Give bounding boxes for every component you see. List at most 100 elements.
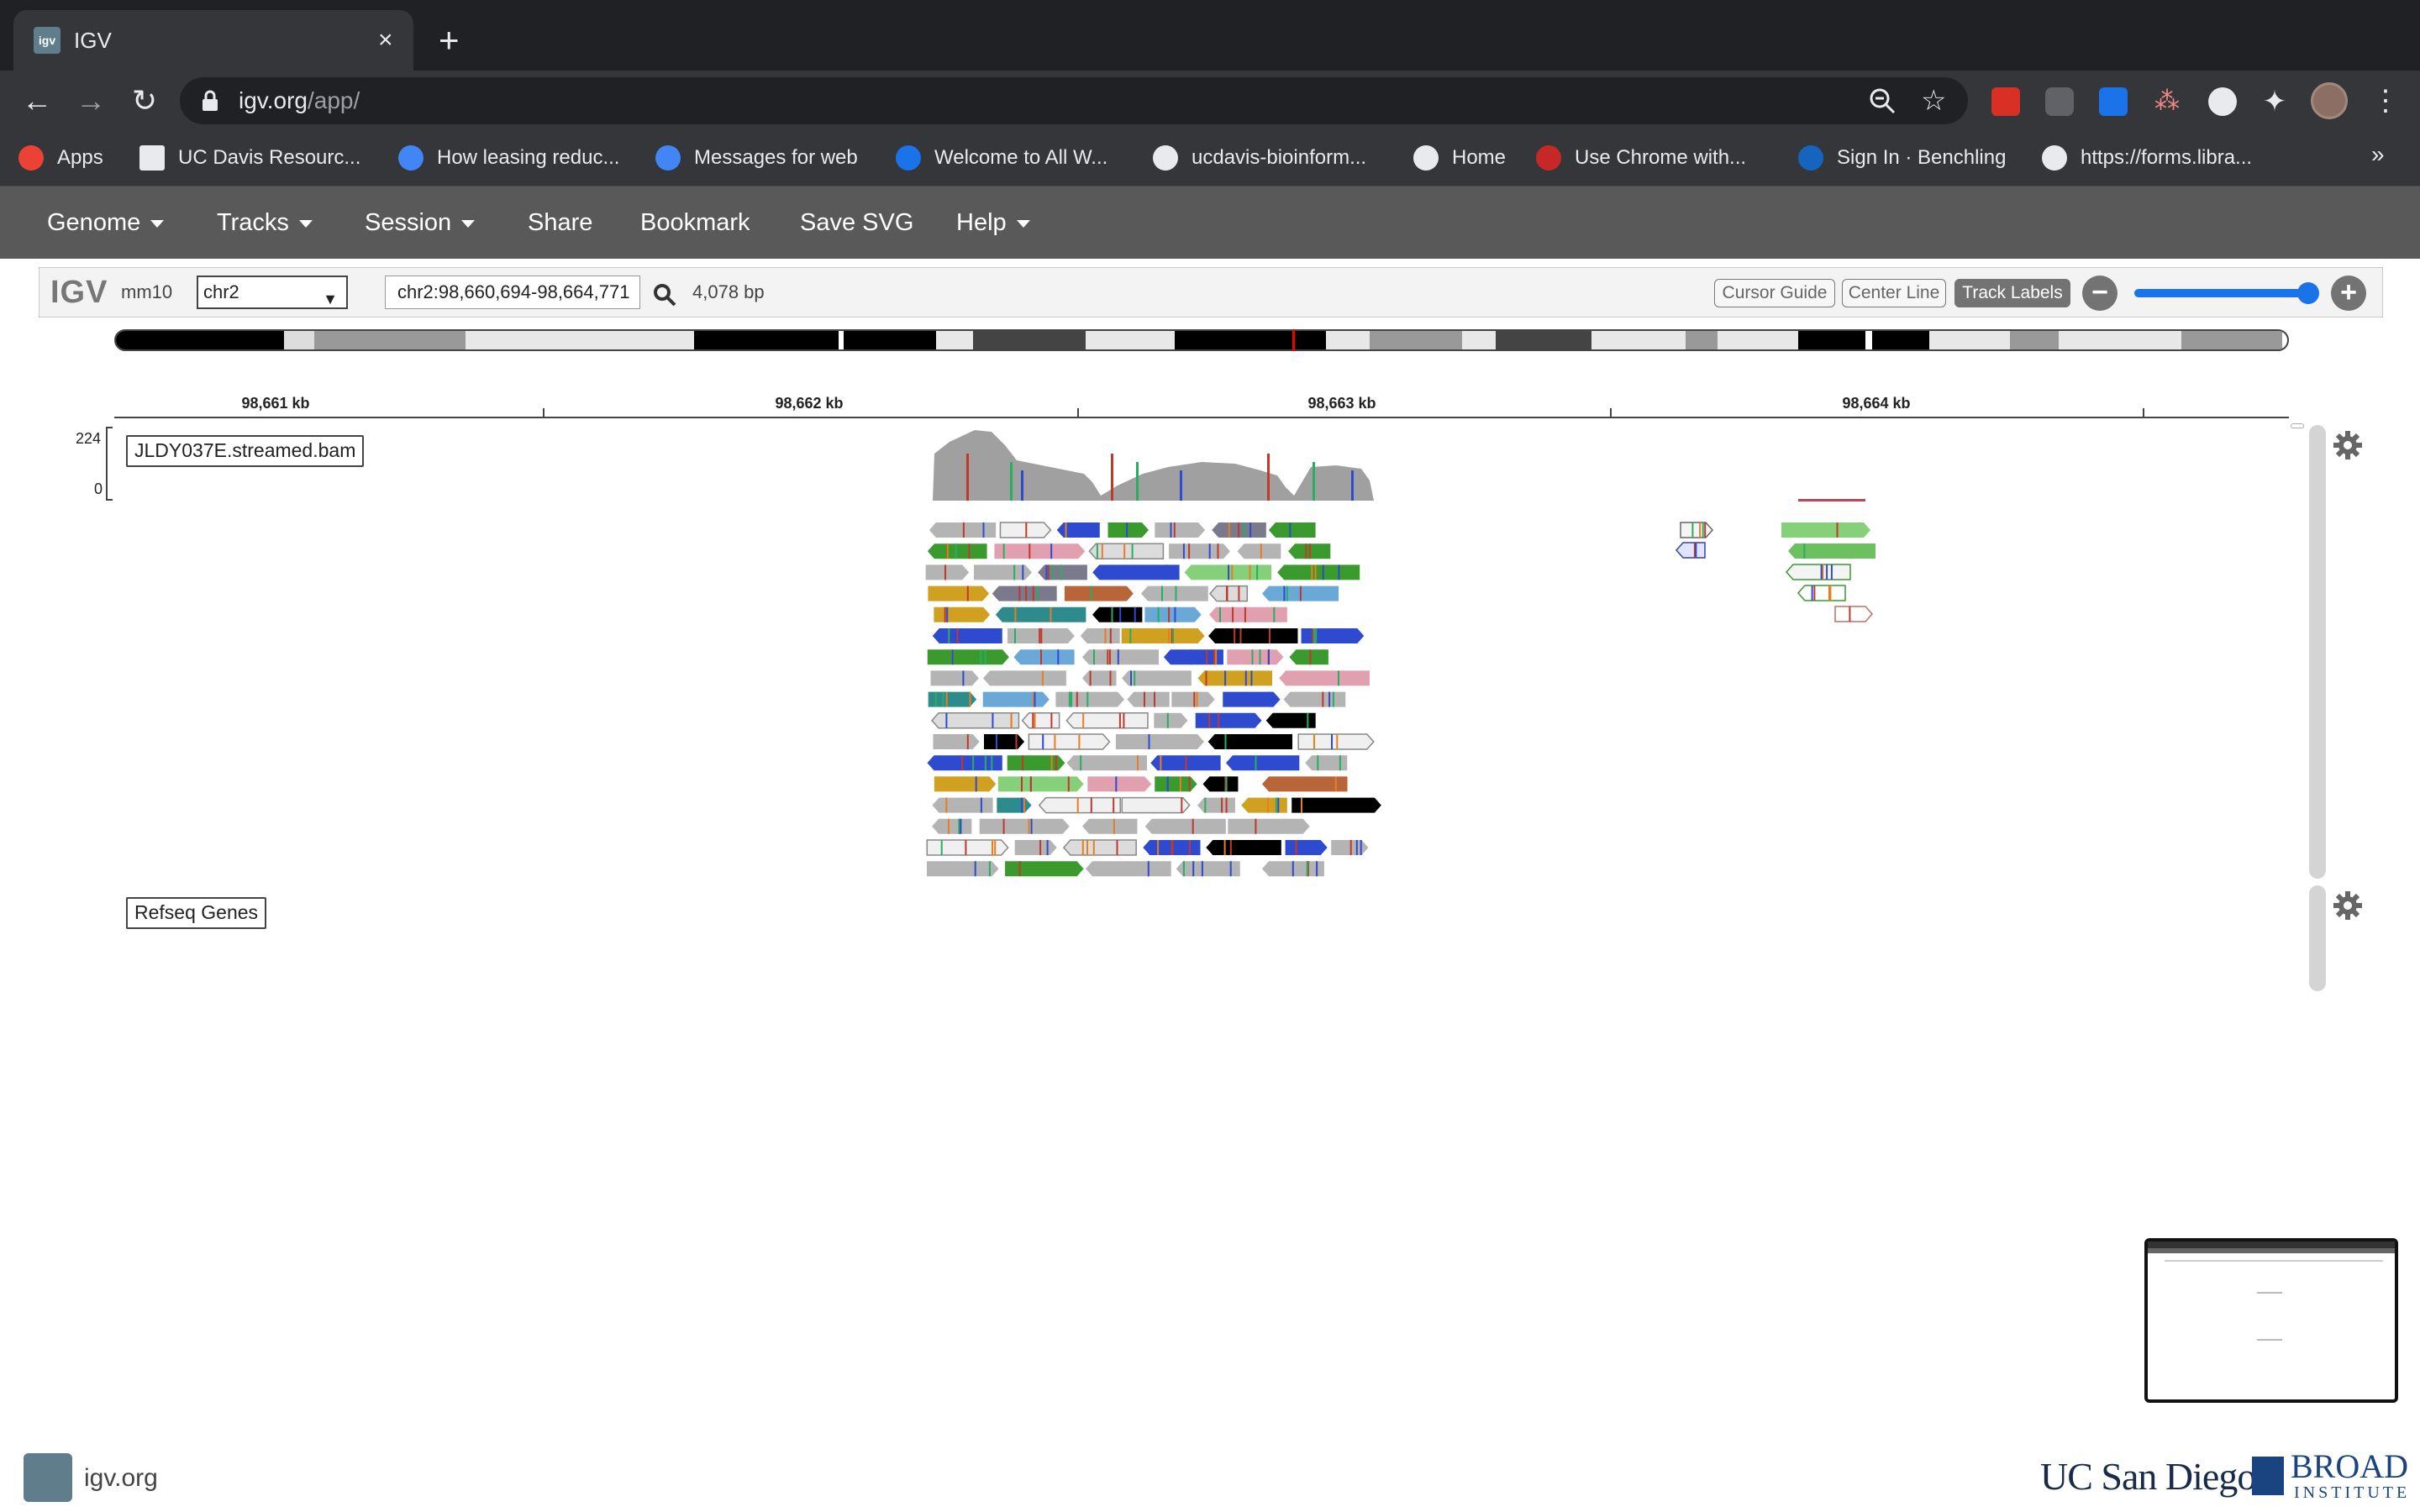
tracks-menu[interactable]: Tracks — [217, 207, 313, 239]
alignment-read[interactable] — [1265, 712, 1316, 728]
alignment-read[interactable] — [1262, 776, 1348, 792]
alignment-read[interactable] — [1197, 670, 1273, 686]
alignment-read[interactable] — [1005, 861, 1084, 877]
genes-track-gear-icon[interactable] — [2333, 890, 2363, 921]
alignment-read[interactable] — [1197, 797, 1235, 813]
alignment-read[interactable] — [1208, 628, 1298, 643]
alignment-read[interactable] — [994, 543, 1086, 559]
bookmark-button[interactable]: Bookmark — [640, 207, 750, 239]
alignment-read[interactable] — [1092, 564, 1180, 580]
alignment-read[interactable] — [992, 585, 1057, 601]
zoom-out-icon[interactable]: − — [2082, 276, 2118, 311]
chrome-menu-icon[interactable]: ⋮ — [2371, 82, 2400, 119]
alignment-read[interactable] — [1062, 839, 1137, 856]
alignment-read[interactable] — [930, 670, 979, 686]
chromosome-ideogram[interactable] — [114, 329, 2289, 351]
bookmark-item[interactable]: How leasing reduc... — [398, 143, 619, 173]
zoom-magnifier-icon[interactable] — [1867, 86, 1897, 116]
extensions-puzzle-icon[interactable]: ✦ — [2260, 87, 2289, 116]
alignment-read[interactable] — [1305, 755, 1348, 771]
alignment-read[interactable] — [1066, 755, 1147, 771]
asana-extension-icon[interactable]: ⁂ — [2153, 87, 2181, 116]
more-bookmarks-icon[interactable]: » — [2371, 141, 2385, 168]
alignment-read[interactable] — [1127, 691, 1170, 707]
alignment-read[interactable] — [1169, 543, 1230, 559]
chromosome-select[interactable]: chr2 ▼ — [197, 276, 348, 309]
alignment-read[interactable] — [934, 606, 991, 622]
alignment-read[interactable] — [1283, 691, 1346, 707]
alignment-read[interactable] — [1171, 691, 1215, 707]
alignment-read[interactable] — [1292, 797, 1381, 813]
alignment-read[interactable] — [1107, 522, 1149, 538]
alignment-read[interactable] — [927, 543, 987, 559]
alignment-read[interactable] — [927, 649, 1009, 665]
browser-tab[interactable]: igv IGV × — [13, 10, 413, 71]
alignment-read[interactable] — [1225, 755, 1300, 771]
alignment-read[interactable] — [983, 670, 1066, 686]
bookmark-item[interactable]: ucdavis-bioinform... — [1153, 143, 1366, 173]
alignment-read[interactable] — [928, 585, 990, 601]
pocket-extension-icon[interactable] — [2045, 87, 2074, 116]
alignment-read[interactable] — [1038, 564, 1087, 580]
alignment-read[interactable] — [995, 606, 1086, 622]
alignment-read[interactable] — [1206, 840, 1281, 855]
alignment-read[interactable] — [1028, 733, 1111, 750]
footer-site-link[interactable]: igv.org — [84, 1463, 158, 1494]
alignment-read[interactable] — [1788, 543, 1876, 559]
alignment-track-scrollbar[interactable] — [2309, 425, 2326, 879]
alignment-read[interactable] — [1144, 606, 1202, 622]
alignment-read[interactable] — [1155, 776, 1197, 792]
cursor-guide-button[interactable]: Cursor Guide — [1714, 279, 1835, 307]
alignment-read[interactable] — [1268, 522, 1316, 538]
alignment-read[interactable] — [1680, 522, 1714, 538]
reload-icon[interactable]: ↻ — [124, 81, 165, 121]
alignment-read[interactable] — [1797, 585, 1846, 601]
alignment-read[interactable] — [1056, 522, 1100, 538]
alignment-read[interactable] — [1115, 734, 1204, 749]
alignment-read[interactable] — [1241, 797, 1287, 813]
alignment-read[interactable] — [1207, 734, 1293, 749]
alignment-read[interactable] — [1154, 712, 1188, 728]
new-tab-icon[interactable]: + — [439, 22, 460, 59]
alignment-read[interactable] — [1013, 649, 1075, 665]
alignment-read[interactable] — [1141, 585, 1208, 601]
center-line-button[interactable]: Center Line — [1842, 279, 1946, 307]
alignment-read[interactable] — [1675, 542, 1706, 559]
alignment-read[interactable] — [979, 818, 1070, 834]
alignment-read[interactable] — [1227, 649, 1284, 665]
bookmark-star-icon[interactable]: ☆ — [1921, 84, 1946, 118]
alignment-read[interactable] — [1007, 755, 1065, 771]
url-text[interactable]: igv.org/app/ — [239, 87, 360, 114]
alignment-read[interactable] — [1262, 861, 1324, 877]
screenshot-thumbnail[interactable] — [2144, 1238, 2398, 1403]
alignment-read[interactable] — [1087, 776, 1152, 792]
alignment-read[interactable] — [1279, 670, 1370, 686]
alignment-read[interactable] — [1065, 712, 1149, 729]
tab-close-icon[interactable]: × — [378, 25, 393, 55]
alignment-read[interactable] — [1237, 543, 1281, 559]
mendeley-extension-icon[interactable] — [1991, 87, 2020, 116]
zoom-in-icon[interactable]: + — [2331, 276, 2366, 311]
alignment-read[interactable] — [1121, 796, 1191, 814]
save-svg-button[interactable]: Save SVG — [800, 207, 913, 239]
alignment-read[interactable] — [926, 861, 999, 877]
alignment-read[interactable] — [1834, 606, 1874, 622]
alignment-read[interactable] — [1301, 628, 1365, 643]
help-menu[interactable]: Help — [956, 207, 1030, 239]
genome-menu[interactable]: Genome — [47, 207, 165, 239]
alignment-read[interactable] — [1082, 818, 1138, 834]
alignment-read[interactable] — [1155, 522, 1206, 538]
forward-arrow-icon[interactable]: → — [71, 81, 111, 121]
alignment-read[interactable] — [1082, 649, 1159, 665]
alignment-read[interactable] — [1082, 670, 1117, 686]
alignment-read[interactable] — [1007, 628, 1075, 643]
alignment-read[interactable] — [1223, 691, 1281, 707]
share-button[interactable]: Share — [528, 207, 592, 239]
alignment-read[interactable] — [1262, 585, 1339, 601]
alignment-read[interactable] — [931, 712, 1020, 729]
alignment-read[interactable] — [1144, 818, 1226, 834]
alignment-read[interactable] — [1781, 522, 1870, 538]
zoom-slider-handle[interactable] — [2297, 282, 2319, 304]
alignment-read[interactable] — [1143, 840, 1201, 855]
alignment-read[interactable] — [928, 691, 977, 707]
